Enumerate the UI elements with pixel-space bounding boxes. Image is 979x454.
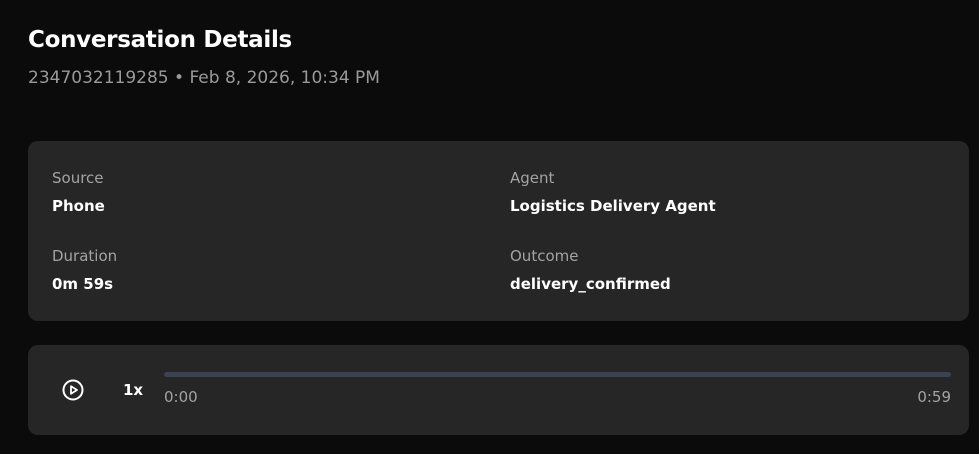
duration-field: Duration 0m 59s: [52, 247, 117, 293]
outcome-value: delivery_confirmed: [510, 275, 671, 293]
progress-slider[interactable]: [164, 372, 951, 377]
playback-speed-button[interactable]: 1x: [123, 381, 143, 399]
details-card: Source Phone Agent Logistics Delivery Ag…: [28, 141, 969, 321]
page-subtitle: 2347032119285 • Feb 8, 2026, 10:34 PM: [28, 68, 380, 88]
source-field: Source Phone: [52, 169, 105, 215]
conversation-details-page: Conversation Details 2347032119285 • Feb…: [0, 0, 979, 454]
source-label: Source: [52, 169, 104, 187]
agent-value: Logistics Delivery Agent: [510, 197, 716, 215]
current-time: 0:00: [164, 388, 198, 406]
outcome-label: Outcome: [510, 247, 579, 265]
agent-field: Agent Logistics Delivery Agent: [510, 169, 716, 215]
play-button[interactable]: [61, 378, 85, 402]
audio-player: 1x 0:00 0:59: [28, 345, 969, 435]
total-time: 0:59: [917, 388, 951, 406]
page-title: Conversation Details: [28, 27, 292, 53]
agent-label: Agent: [510, 169, 555, 187]
play-circle-icon: [62, 379, 84, 401]
duration-label: Duration: [52, 247, 118, 265]
duration-value: 0m 59s: [52, 275, 114, 293]
outcome-field: Outcome delivery_confirmed: [510, 247, 671, 293]
source-value: Phone: [52, 197, 105, 215]
